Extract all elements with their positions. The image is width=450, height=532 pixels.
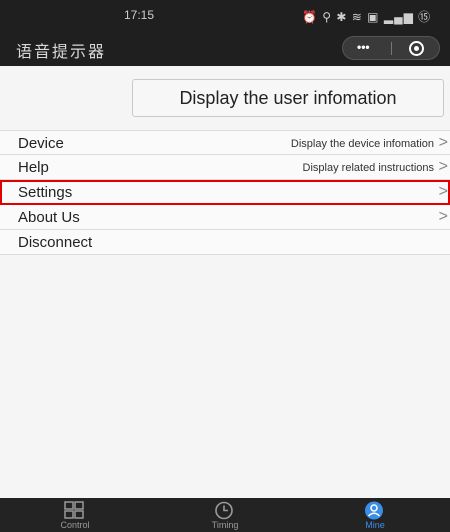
menu-item-about-us[interactable]: About Us > xyxy=(0,205,450,230)
tab-label: Control xyxy=(60,520,90,530)
menu-item-disconnect[interactable]: Disconnect xyxy=(0,230,450,255)
display-user-info-button[interactable]: Display the user infomation xyxy=(132,79,444,117)
capsule-divider xyxy=(391,42,392,55)
grid-icon xyxy=(64,501,84,519)
status-icons: ⏰ ⚲ ✱ ≋ ▣ ▂▄▆ ⑮ xyxy=(302,10,432,24)
status-bar: 17:15 ⏰ ⚲ ✱ ≋ ▣ ▂▄▆ ⑮ xyxy=(0,0,450,30)
tab-timing[interactable]: Timing xyxy=(150,498,300,532)
user-icon xyxy=(365,501,383,520)
menu-item-description: Display the device infomation xyxy=(290,138,434,150)
chevron-right-icon: > xyxy=(438,158,448,175)
status-time: 17:15 xyxy=(124,8,155,22)
menu-item-description: Display related instructions xyxy=(302,162,434,174)
menu-item-label: About Us xyxy=(18,209,80,226)
tab-bar: Control Timing Mine xyxy=(0,498,450,532)
close-circle-icon[interactable] xyxy=(409,41,424,56)
tab-label: Timing xyxy=(211,520,239,530)
menu-item-label: Help xyxy=(18,159,49,176)
menu-item-device[interactable]: Device Display the device infomation > xyxy=(0,130,450,155)
clock-icon xyxy=(215,501,233,520)
main-content: Display the user infomation Device Displ… xyxy=(0,66,450,498)
page-title: 语音提示器 xyxy=(16,44,107,61)
menu-list: Device Display the device infomation > H… xyxy=(0,130,450,255)
menu-item-settings[interactable]: Settings > xyxy=(0,180,450,205)
tab-label: Mine xyxy=(365,520,385,530)
chevron-right-icon: > xyxy=(438,134,448,151)
chevron-right-icon: > xyxy=(438,183,448,200)
chevron-right-icon: > xyxy=(438,208,448,225)
tab-control[interactable]: Control xyxy=(0,498,150,532)
tab-mine[interactable]: Mine xyxy=(300,498,450,532)
more-icon[interactable]: ••• xyxy=(357,40,370,54)
menu-item-label: Disconnect xyxy=(18,234,93,251)
menu-item-label: Settings xyxy=(18,184,73,201)
mini-program-capsule: ••• xyxy=(342,36,440,60)
menu-item-help[interactable]: Help Display related instructions > xyxy=(0,155,450,180)
nav-bar: 语音提示器 ••• xyxy=(0,30,450,66)
menu-item-label: Device xyxy=(18,135,64,152)
